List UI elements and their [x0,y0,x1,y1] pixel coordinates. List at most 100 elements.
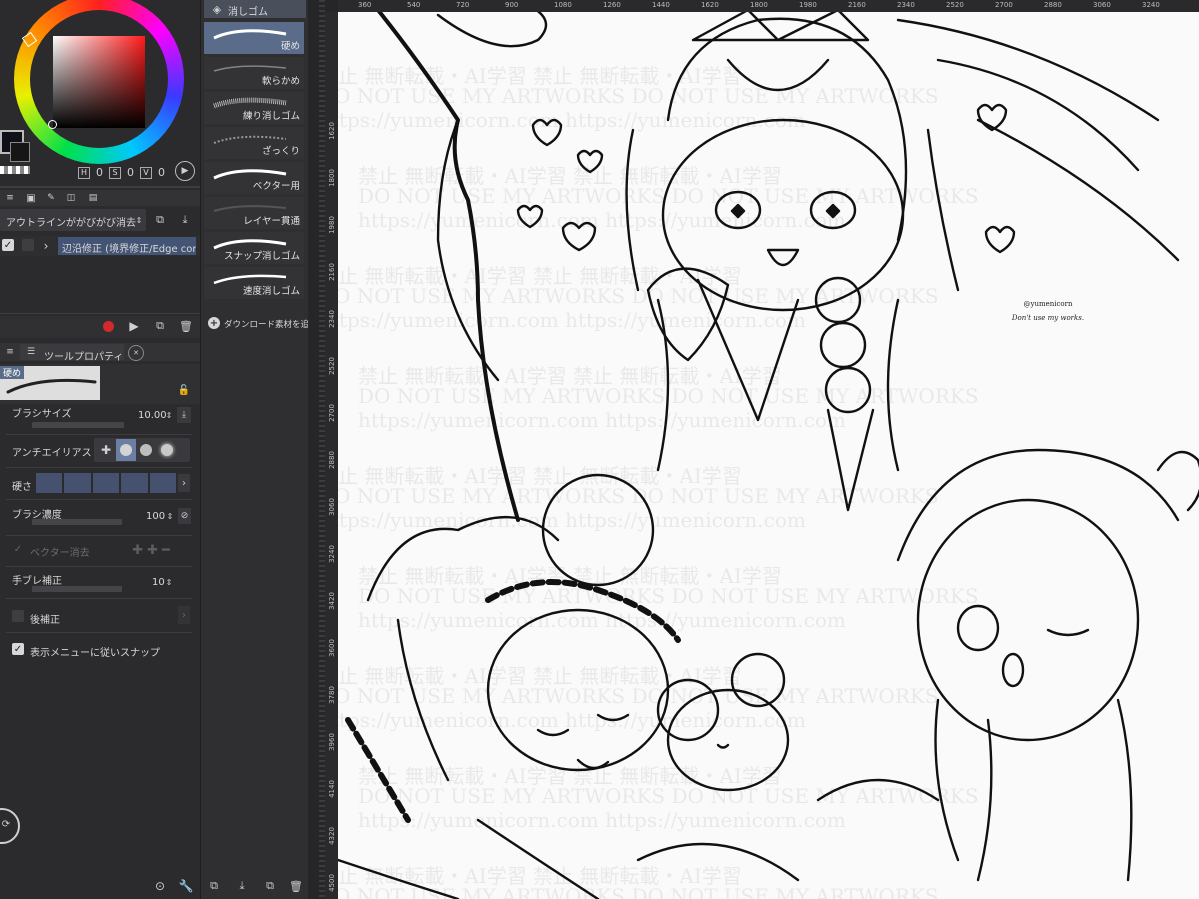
stepper-icon[interactable]: ⇕ [164,575,174,589]
rotate-icon: ⟳ [1,818,11,830]
ruler-tick-label: 2700 [328,404,336,422]
duplicate-icon[interactable]: ⧉ [262,878,278,894]
antialias-weak-dot [120,444,132,456]
sub-tool-item-label: レイヤー貫通 [243,216,300,227]
stabilization-value[interactable]: 10 [152,577,165,588]
saturation-value[interactable]: 0 [127,166,134,179]
hardness-step[interactable] [64,473,91,493]
tool-property-tab-label: ツールプロパティ [44,352,124,363]
horizontal-ruler[interactable]: 360 540 720 900 1080 1260 1440 1620 1800 1980 2160… [338,0,1199,12]
sub-tool-item[interactable]: ベクター用 [204,162,304,194]
import-icon[interactable]: ⤓ [176,210,194,230]
value-label: V [140,166,152,179]
lock-icon[interactable]: 🔓 [178,384,190,396]
ruler-tick-label: 2880 [1044,1,1062,9]
antialias-strong-option[interactable] [161,444,173,456]
menu-icon[interactable]: ≡ [4,345,16,359]
value-value[interactable]: 0 [158,166,165,179]
import-icon[interactable]: ⤓ [234,878,250,894]
saturation-value-square[interactable] [53,36,145,128]
hue-value[interactable]: 0 [96,166,103,179]
sub-tool-item-label: ベクター用 [252,181,300,192]
play-circle-icon[interactable]: ▶ [175,161,195,181]
vector-erase-check-icon[interactable]: ✓ [12,543,24,555]
sub-tool-settings-icon[interactable]: ⧉ [206,878,222,894]
sub-tool-item[interactable]: 硬め [204,22,304,54]
sub-tool-item-label: 軟らかめ [261,76,300,87]
ruler-tick-label: 1800 [750,1,768,9]
ruler-tick-label: 1440 [652,1,670,9]
chevron-right-icon[interactable]: › [40,238,52,254]
wrench-icon[interactable]: 🔧 [178,878,194,894]
hsv-readout: H 0 S 0 V 0 [78,166,165,179]
hardness-step[interactable] [121,473,148,493]
play-mode-icon[interactable]: ⧉ [151,318,169,334]
ruler-tick-label: 4320 [328,827,336,845]
divider [6,632,192,633]
auto-action-icon[interactable]: ✎ [44,191,58,205]
sub-tool-item[interactable]: 練り消しゴム [204,92,304,124]
antialias-mid-option[interactable] [140,444,152,456]
chevron-right-icon[interactable]: › [178,606,190,624]
brush-size-value[interactable]: 10.00 [138,410,167,421]
sub-tool-item[interactable]: 軟らかめ [204,57,304,89]
hardness-step[interactable] [36,473,63,493]
sub-tool-item-label: 練り消しゴム [242,111,300,122]
menu-icon[interactable]: ≡ [4,191,16,205]
ruler-tick-label: 3060 [328,498,336,516]
divider [6,566,192,567]
sv-picker-handle[interactable] [48,120,57,129]
close-tab-icon[interactable]: ✕ [128,345,144,361]
ruler-tick-label: 2520 [946,1,964,9]
antialias-none-option[interactable]: ✚ [96,440,116,460]
transparent-color-swatch[interactable] [0,166,30,174]
canvas-area[interactable]: 禁止 無断転載・AI学習 禁止 無断転載・AI学習 DO NOT USE MY A… [338,0,1199,899]
ruler-tick-label: 3960 [328,733,336,751]
ruler-tick-label: 4140 [328,780,336,798]
density-slider[interactable] [32,519,122,525]
duplicate-icon[interactable]: ⧉ [151,210,169,230]
trash-icon[interactable]: 🗑 [288,878,304,894]
divider [6,598,192,599]
hardness-selector [36,473,177,493]
sub-tool-item[interactable]: レイヤー貫通 [204,197,304,229]
brush-size-slider[interactable] [32,422,124,428]
layer-search-icon[interactable]: ◫ [64,191,78,205]
download-circle-icon[interactable]: ⊙ [152,878,168,894]
hardness-step[interactable] [92,473,120,493]
play-icon[interactable]: ▶ [126,318,142,334]
density-value[interactable]: 100 [146,511,165,522]
ruler-tick-label: 3780 [328,686,336,704]
vertical-ruler[interactable]: 1620 1800 1980 2160 2340 2520 2700 2880 3060 3240… [325,12,338,899]
size-dropdown-icon[interactable]: ⤓ [177,407,191,423]
hardness-step[interactable] [149,473,177,493]
download-material-label[interactable]: ダウンロード素材を追 [224,318,309,330]
sub-tool-item[interactable]: 速度消しゴム [204,267,304,299]
trash-icon[interactable]: 🗑 [178,318,194,334]
sub-tool-item-label: 硬め [280,41,300,52]
sub-tool-item-label: スナップ消しゴム [223,251,300,262]
divider [6,499,192,500]
lock-checkbox[interactable] [22,239,34,251]
sub-tool-item[interactable]: ざっくり [204,127,304,159]
add-icon[interactable]: + [208,317,220,329]
stepper-icon[interactable]: ⇕ [165,509,175,523]
sub-color-swatch[interactable] [10,142,30,162]
chevron-updown-icon[interactable]: ⇕ [134,210,144,230]
hardness-label: 硬さ [12,482,32,493]
layer-name: 辺沿修正 (境界修正/Edge corr [62,244,196,255]
snap-label: 表示メニューに従いスナップ [30,648,160,659]
snap-checkbox[interactable]: ✓ [12,643,24,655]
vector-erase-mode-icons[interactable]: ✚✚━ [118,542,188,558]
visibility-checkbox[interactable]: ✓ [2,239,14,251]
chevron-right-icon[interactable]: › [178,474,190,492]
eraser-icon: ◈ [212,2,222,16]
post-correction-checkbox[interactable] [12,610,24,622]
sub-tool-item[interactable]: スナップ消しゴム [204,232,304,264]
stabilization-slider[interactable] [32,586,122,592]
navigator-icon[interactable]: ▤ [86,191,100,205]
layer-property-icon[interactable]: ▣ [24,191,38,205]
stepper-icon[interactable]: ⇕ [164,408,174,422]
pressure-icon[interactable]: ⊘ [178,508,191,524]
record-button[interactable] [103,321,114,332]
